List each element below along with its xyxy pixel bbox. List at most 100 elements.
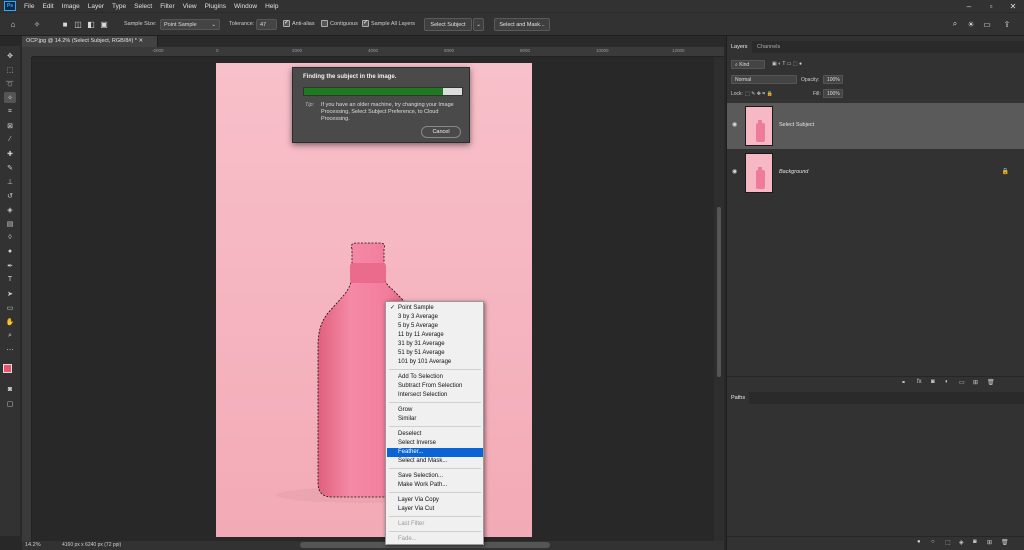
blur-tool-icon[interactable]: ◊ [4,232,16,243]
menu-item-feather[interactable]: Feather... [387,448,483,457]
sample-all-layers-checkbox[interactable] [362,19,369,27]
maximize-icon[interactable]: ▫ [980,0,1002,12]
menu-help[interactable]: Help [261,3,282,10]
cancel-button[interactable]: Cancel [421,126,461,138]
marquee-tool-icon[interactable]: ⬚ [4,64,16,75]
stroke-path-icon[interactable]: ○ [931,539,935,545]
scroll-thumb[interactable] [717,207,721,377]
home-icon[interactable]: ⌂ [8,19,18,29]
sample-size-select[interactable]: Point Sample ⌄ [160,19,220,30]
menu-item-101-by-101-average[interactable]: 101 by 101 Average [387,358,483,367]
frame-tool-icon[interactable]: ⊠ [4,120,16,131]
eye-icon[interactable]: ◉ [732,121,737,128]
document-tab[interactable]: OCP.jpg @ 14.2% (Select Subject, RGB/8#)… [22,36,158,47]
more-tools-icon[interactable]: ⋯ [4,344,16,355]
share-icon[interactable]: ⇪ [1002,19,1012,29]
menu-item-intersect-selection[interactable]: Intersect Selection [387,391,483,400]
menu-item-grow[interactable]: Grow [387,406,483,415]
layer-row-select-subject[interactable]: ◉ Select Subject [727,103,1024,149]
menu-item-make-work-path[interactable]: Make Work Path... [387,481,483,490]
tab-channels[interactable]: Channels [753,41,784,53]
select-subject-button[interactable]: Select Subject [424,18,472,31]
opacity-input[interactable]: 100% [823,75,843,84]
select-and-mask-button[interactable]: Select and Mask... [494,18,550,31]
quick-mask-icon[interactable]: ◙ [4,384,16,395]
menu-item-point-sample[interactable]: ✓ Point Sample [387,304,483,313]
close-tab-icon[interactable]: ✕ [138,38,143,44]
lock-icon[interactable]: 🔒 [1002,168,1009,175]
clone-stamp-icon[interactable]: ⊥ [4,176,16,187]
menu-type[interactable]: Type [108,3,130,10]
menu-item-select-inverse[interactable]: Select Inverse [387,439,483,448]
menu-item-layer-via-cut[interactable]: Layer Via Cut [387,505,483,514]
layer-mask-icon[interactable]: ◙ [931,379,935,385]
menu-image[interactable]: Image [58,3,84,10]
magic-wand-tool-icon[interactable]: ✧ [4,92,16,103]
menu-item-select-and-mask[interactable]: Select and Mask... [387,457,483,466]
anti-alias-checkbox[interactable] [283,19,290,27]
menu-item-3-by-3-average[interactable]: 3 by 3 Average [387,313,483,322]
fill-path-icon[interactable]: ● [917,539,921,545]
delete-path-icon[interactable]: 🗑 [1001,539,1009,546]
new-path-icon[interactable]: ⊞ [987,539,992,546]
menu-item-save-selection[interactable]: Save Selection... [387,472,483,481]
zoom-level[interactable]: 14.2% [25,542,41,548]
contiguous-checkbox[interactable] [321,20,328,27]
tab-layers[interactable]: Layers [727,41,752,53]
fill-input[interactable]: 100% [823,89,843,98]
new-layer-icon[interactable]: ⊞ [973,379,978,386]
tolerance-input[interactable]: 47 [256,19,277,30]
menu-view[interactable]: View [179,3,201,10]
eye-icon[interactable]: ◉ [732,168,737,175]
menu-filter[interactable]: Filter [156,3,178,10]
history-brush-icon[interactable]: ↺ [4,190,16,201]
menu-file[interactable]: File [20,3,38,10]
close-icon[interactable]: ✕ [1002,0,1024,12]
subtract-selection-icon[interactable]: ◧ [86,19,96,29]
load-path-selection-icon[interactable]: ⬚ [945,539,951,546]
menu-item-layer-via-copy[interactable]: Layer Via Copy [387,496,483,505]
zoom-tool-icon[interactable]: ⌕ [4,330,16,341]
light-bulb-icon[interactable]: ☀ [966,19,976,29]
blend-mode-select[interactable]: Normal [731,75,797,84]
minimize-icon[interactable]: – [958,0,980,12]
menu-item-similar[interactable]: Similar [387,415,483,424]
group-icon[interactable]: ▭ [959,379,965,386]
adjustment-layer-icon[interactable]: ◐ [945,379,949,385]
type-tool-icon[interactable]: T [4,274,16,285]
link-layers-icon[interactable]: ⚭ [901,379,906,386]
menu-item-deselect[interactable]: Deselect [387,430,483,439]
menu-item-5-by-5-average[interactable]: 5 by 5 Average [387,322,483,331]
healing-brush-icon[interactable]: ✚ [4,148,16,159]
mask-icon[interactable]: ◙ [973,539,977,545]
eyedropper-tool-icon[interactable]: ⁄ [4,134,16,145]
path-selection-icon[interactable]: ➤ [4,288,16,299]
screen-mode-icon[interactable]: ▢ [4,398,16,409]
crop-tool-icon[interactable]: ⌗ [4,106,16,117]
hand-tool-icon[interactable]: ✋ [4,316,16,327]
layer-style-icon[interactable]: fx [917,379,922,385]
gradient-tool-icon[interactable]: ▤ [4,218,16,229]
menu-plugins[interactable]: Plugins [201,3,230,10]
layer-row-background[interactable]: ◉ Background 🔒 [727,150,1024,196]
menu-item-51-by-51-average[interactable]: 51 by 51 Average [387,349,483,358]
filter-icons[interactable]: ▣ ◐ T ▭ ⬚ ● [772,61,802,67]
menu-window[interactable]: Window [230,3,261,10]
lasso-tool-icon[interactable]: ➰ [4,78,16,89]
menu-layer[interactable]: Layer [84,3,108,10]
brush-tool-icon[interactable]: ✎ [4,162,16,173]
vertical-scrollbar[interactable] [714,57,724,541]
layer-filter-kind[interactable]: ⌕ Kind [731,60,765,69]
tab-paths[interactable]: Paths [727,392,750,404]
menu-item-11-by-11-average[interactable]: 11 by 11 Average [387,331,483,340]
pen-tool-icon[interactable]: ✒ [4,260,16,271]
eraser-tool-icon[interactable]: ◈ [4,204,16,215]
magic-wand-tool-icon[interactable]: ✧ [32,19,42,29]
new-selection-icon[interactable]: ■ [60,19,70,29]
lock-icons[interactable]: ⬚ ✎ ✥ ⌗ 🔒 [745,91,773,97]
add-to-selection-icon[interactable]: ◫ [73,19,83,29]
workspace-icon[interactable]: ▭ [982,19,992,29]
menu-item-31-by-31-average[interactable]: 31 by 31 Average [387,340,483,349]
intersect-selection-icon[interactable]: ▣ [99,19,109,29]
menu-select[interactable]: Select [130,3,156,10]
